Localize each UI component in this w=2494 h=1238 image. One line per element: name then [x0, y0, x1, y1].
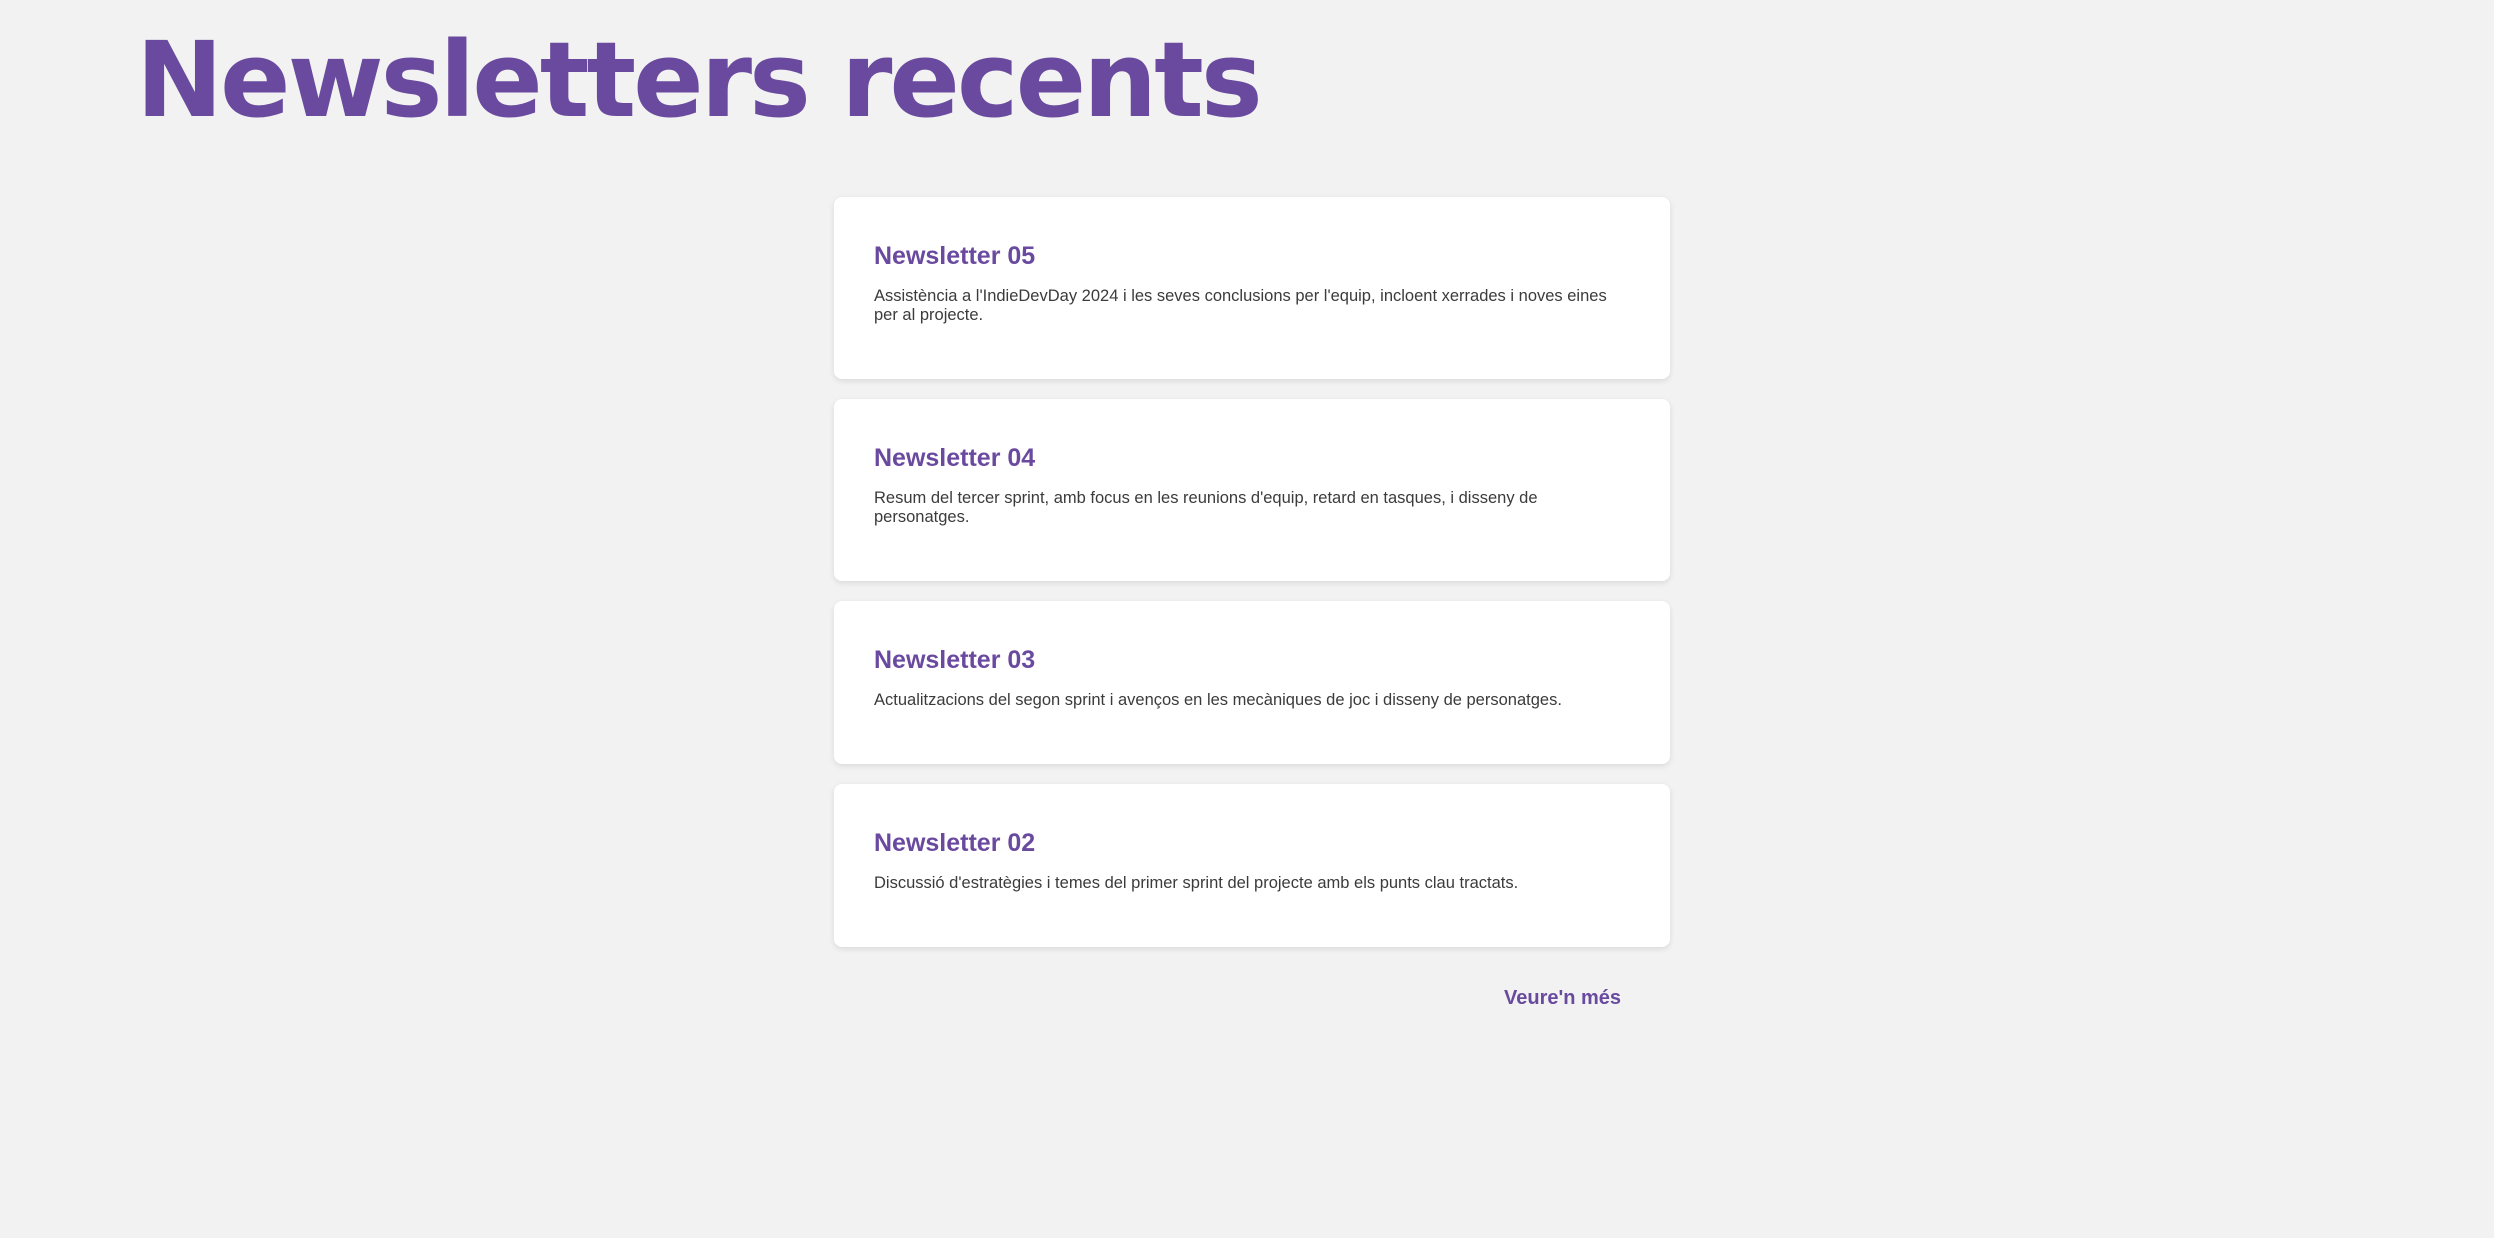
newsletter-summary: Assistència a l'IndieDevDay 2024 i les s… [874, 287, 1607, 324]
newsletter-title[interactable]: Newsletter 02 [874, 828, 1630, 858]
newsletter-title[interactable]: Newsletter 04 [874, 443, 1630, 473]
newsletter-summary: Discussió d'estratègies i temes del prim… [874, 874, 1519, 892]
newsletter-card-03[interactable]: Newsletter 03 Actualitzacions del segon … [834, 601, 1670, 764]
newsletter-card-04[interactable]: Newsletter 04 Resum del tercer sprint, a… [834, 399, 1670, 581]
newsletter-title[interactable]: Newsletter 05 [874, 241, 1630, 271]
newsletter-card-02[interactable]: Newsletter 02 Discussió d'estratègies i … [834, 784, 1670, 947]
newsletter-title[interactable]: Newsletter 03 [874, 645, 1630, 675]
newsletter-list: Newsletter 05 Assistència a l'IndieDevDa… [834, 197, 1670, 967]
newsletter-card-05[interactable]: Newsletter 05 Assistència a l'IndieDevDa… [834, 197, 1670, 379]
see-more-link[interactable]: Veure'n més [1504, 985, 1621, 1011]
newsletter-summary: Actualitzacions del segon sprint i avenç… [874, 691, 1562, 709]
page-title: Newsletters recents [136, 19, 1263, 141]
newsletter-summary: Resum del tercer sprint, amb focus en le… [874, 489, 1538, 526]
